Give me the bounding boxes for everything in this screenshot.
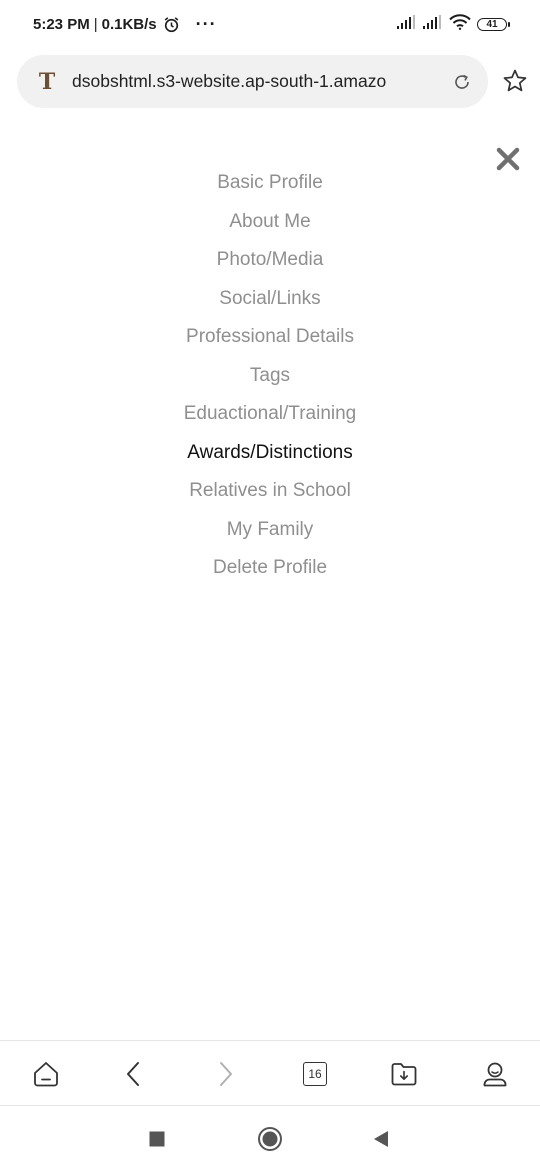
menu-item-basic-profile[interactable]: Basic Profile <box>0 164 540 203</box>
back-arrow-icon[interactable] <box>118 1058 150 1090</box>
recents-square-icon[interactable] <box>142 1124 172 1154</box>
profile-menu: Basic Profile About Me Photo/Media Socia… <box>0 164 540 588</box>
tabs-button[interactable]: 16 <box>299 1058 331 1090</box>
menu-item-tags[interactable]: Tags <box>0 357 540 396</box>
download-folder-icon[interactable] <box>388 1058 420 1090</box>
home-icon[interactable] <box>30 1058 62 1090</box>
menu-item-social-links[interactable]: Social/Links <box>0 280 540 319</box>
more-notifications-icon: ··· <box>195 13 217 34</box>
reload-icon[interactable] <box>452 72 472 92</box>
browser-toolbar: 16 <box>0 1040 540 1106</box>
menu-item-photo-media[interactable]: Photo/Media <box>0 241 540 280</box>
alarm-icon <box>163 16 180 33</box>
url-text[interactable]: dsobshtml.s3-website.ap-south-1.amazo <box>72 71 444 92</box>
signal-icon-2 <box>423 14 443 34</box>
menu-item-professional-details[interactable]: Professional Details <box>0 318 540 357</box>
menu-item-awards-distinctions[interactable]: Awards/Distinctions <box>0 434 540 473</box>
bookmark-star-icon[interactable] <box>502 68 528 94</box>
status-separator: | <box>93 15 98 33</box>
menu-item-relatives-in-school[interactable]: Relatives in School <box>0 472 540 511</box>
system-nav-bar <box>0 1106 540 1170</box>
menu-item-my-family[interactable]: My Family <box>0 511 540 550</box>
home-circle-icon[interactable] <box>255 1124 285 1154</box>
battery-tip <box>508 21 510 27</box>
network-speed: 0.1KB/s <box>101 15 157 33</box>
site-favicon-icon: T <box>38 68 56 95</box>
battery-level: 41 <box>477 17 507 31</box>
status-left: 5:23 PM | 0.1KB/s ··· <box>33 14 217 35</box>
wifi-icon <box>449 13 471 35</box>
screen: 5:23 PM | 0.1KB/s ··· 41 T dsobshtml.s3-… <box>0 0 540 1170</box>
status-time: 5:23 PM <box>33 15 90 33</box>
forward-arrow-icon[interactable] <box>209 1058 241 1090</box>
status-right: 41 <box>397 13 510 35</box>
back-triangle-icon[interactable] <box>366 1124 396 1154</box>
menu-item-about-me[interactable]: About Me <box>0 203 540 242</box>
menu-item-delete-profile[interactable]: Delete Profile <box>0 549 540 588</box>
tabs-icon: 16 <box>303 1062 327 1086</box>
address-bar[interactable]: T dsobshtml.s3-website.ap-south-1.amazo <box>17 55 488 108</box>
battery-icon: 41 <box>477 17 510 31</box>
profile-icon[interactable] <box>479 1058 511 1090</box>
status-bar: 5:23 PM | 0.1KB/s ··· 41 <box>0 0 540 48</box>
signal-icon <box>397 14 417 34</box>
menu-item-educational-training[interactable]: Eduactional/Training <box>0 395 540 434</box>
